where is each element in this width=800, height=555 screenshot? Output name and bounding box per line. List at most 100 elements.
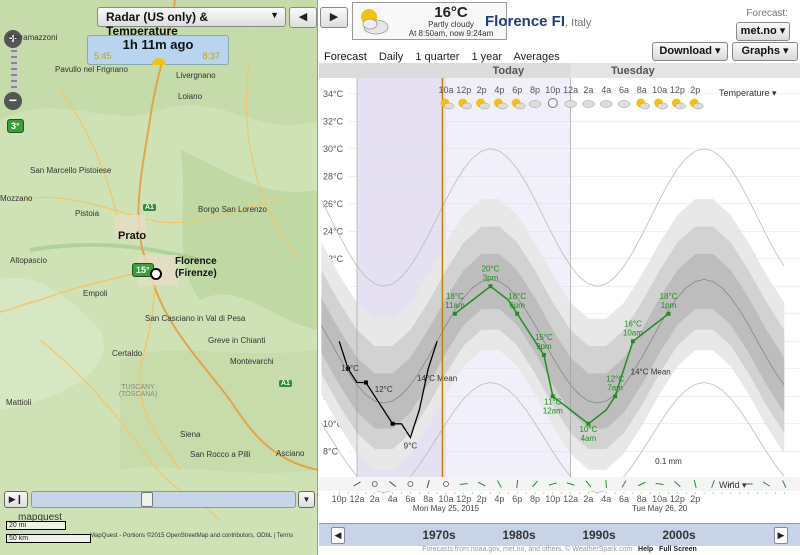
cloud-icon [582, 100, 595, 108]
sunset-time: 8:37 [202, 51, 220, 61]
x-tick-bottom: 2a [370, 494, 380, 504]
day-label-tuesday: Tuesday [611, 65, 656, 77]
decade-1980s[interactable]: 1980s [484, 527, 554, 544]
cloud-icon [692, 102, 704, 110]
forecast-time-label: 7am [607, 383, 623, 392]
scale-km: 50 km [6, 534, 91, 543]
radar-time-slider[interactable] [31, 491, 296, 508]
forecast-temp-label: 18°C [508, 292, 526, 301]
decade-1990s[interactable]: 1990s [564, 527, 634, 544]
tab-forecast[interactable]: Forecast [324, 51, 367, 63]
x-tick-top: 10a [652, 85, 667, 95]
x-tick-top: 4a [601, 85, 611, 95]
play-button[interactable]: ▶❙ [4, 491, 28, 508]
y-tick-label: 28°C [323, 171, 344, 181]
forecast-time-label: 9pm [536, 342, 552, 351]
location-title: Florence FI, Italy [485, 13, 591, 30]
zoom-out-button[interactable]: − [4, 92, 22, 110]
tab-quarter[interactable]: 1 quarter [415, 51, 459, 63]
x-tick-top: 8a [637, 85, 647, 95]
footer-met-link[interactable]: met.no [503, 546, 524, 553]
forecast-temp-label: 20°C [482, 264, 500, 273]
forecast-point[interactable] [613, 394, 618, 399]
decade-2000s[interactable]: 2000s [644, 527, 714, 544]
cloud-icon [564, 100, 577, 108]
decade-next-button[interactable]: ▶ [774, 527, 788, 544]
forecast-point[interactable] [630, 339, 635, 344]
x-tick-bottom: 8a [423, 494, 433, 504]
observed-label: 14°C [341, 364, 359, 373]
x-tick-bottom: 2a [583, 494, 593, 504]
cloud-icon [528, 100, 542, 108]
region-label: TUSCANY (TOSCANA) [118, 384, 158, 398]
x-tick-top: 6a [619, 85, 629, 95]
forecast-time-label: 6pm [509, 301, 525, 310]
location-marker[interactable] [150, 268, 162, 280]
forecast-time-label: 3pm [483, 273, 499, 282]
decade-1970s[interactable]: 1970s [404, 527, 474, 544]
y-tick-label: 32°C [323, 116, 344, 126]
full-screen-link[interactable]: Full Screen [659, 546, 697, 553]
weather-panel: ▶ 16°C Partly cloudy At 8:50am, now 9:24… [319, 0, 800, 555]
map-attribution[interactable]: MapQuest - Portions ©2015 OpenStreetMap … [90, 533, 293, 539]
next-location-button[interactable]: ▶ [320, 7, 348, 28]
mean-label: 14°C Mean [631, 367, 671, 376]
slider-thumb[interactable] [141, 492, 153, 507]
forecast-time-label: 12am [543, 406, 563, 415]
town-label: Empoli [83, 289, 108, 298]
forecast-point[interactable] [488, 284, 493, 289]
x-tick-bottom: 4a [388, 494, 398, 504]
zoom-slider[interactable] [11, 50, 17, 90]
x-tick-bottom: 6p [512, 494, 522, 504]
download-button[interactable]: Download ▾ [652, 42, 728, 61]
forecast-point[interactable] [541, 353, 546, 357]
map-panel[interactable]: Radar (US only) & Temperature ▼ ◀ 1h 11m… [0, 0, 318, 555]
radar-layer-select[interactable]: Radar (US only) & Temperature ▼ [97, 7, 286, 38]
help-link[interactable]: Help [638, 546, 653, 553]
town-label: Certaldo [112, 349, 143, 358]
cloud-icon [639, 102, 651, 110]
town-label: Loiano [178, 92, 203, 101]
partly-cloudy-icon [361, 9, 389, 35]
graphs-button[interactable]: Graphs ▾ [732, 42, 798, 61]
cloud-icon [461, 102, 473, 110]
forecast-source-select[interactable]: met.no ▾ [736, 22, 790, 41]
decade-prev-button[interactable]: ◀ [331, 527, 345, 544]
chevron-down-icon[interactable]: ▼ [298, 491, 315, 508]
observed-point[interactable] [390, 421, 395, 426]
temperature-chart[interactable]: TodayTuesday8°C10°C12°C14°C16°C18°C20°C2… [319, 63, 800, 523]
x-tick-bottom: 12p [670, 494, 685, 504]
town-label: San Casciano in Val di Pesa [145, 314, 246, 323]
prev-location-button[interactable]: ◀ [289, 7, 317, 28]
forecast-point[interactable] [452, 311, 457, 316]
zoom-control: + − [4, 30, 24, 112]
tab-averages[interactable]: Averages [514, 51, 560, 63]
forecast-time-label: 11am [445, 301, 465, 310]
observed-label: 12°C [375, 385, 393, 394]
town-label: Serramazzoni [8, 33, 58, 42]
forecast-temp-label: 11°C [544, 397, 562, 406]
tab-year[interactable]: 1 year [471, 51, 502, 63]
current-time: At 8:50am, now 9:24am [408, 29, 494, 38]
day-label-today: Today [493, 65, 525, 77]
forecast-point[interactable] [515, 311, 520, 316]
road-shield: A1 [279, 380, 292, 387]
town-label: Mozzano [0, 194, 33, 203]
y-tick-label: 30°C [323, 144, 344, 154]
cloud-icon [675, 102, 686, 110]
tab-daily[interactable]: Daily [379, 51, 403, 63]
x-tick-top: 2p [690, 85, 700, 95]
date-label-right: Tue May 26, 20 [632, 504, 688, 513]
precipitation-label: 0.1 mm [655, 457, 682, 466]
observed-point[interactable] [363, 380, 368, 385]
town-label: Pavullo nel Frignano [55, 65, 128, 74]
temperature-badge-small[interactable]: 3° [7, 119, 24, 133]
forecast-temp-label: 18°C [446, 292, 464, 301]
forecast-temp-label: 18°C [660, 292, 678, 301]
x-tick-bottom: 2p [690, 494, 700, 504]
forecast-point[interactable] [666, 311, 671, 316]
forecast-time-label: 10am [623, 328, 643, 337]
x-tick-top: 12p [670, 85, 685, 95]
town-label: Altopascio [10, 256, 47, 265]
x-tick-top: 12a [563, 85, 578, 95]
